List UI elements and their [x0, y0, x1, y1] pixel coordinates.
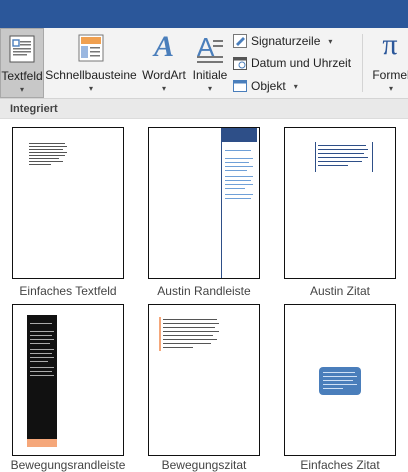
gallery-caption: Bewegungszitat: [161, 458, 247, 472]
gallery-item-austin-quote[interactable]: [284, 127, 396, 279]
dropcap-letter: A: [197, 32, 215, 62]
signature-line-icon: [233, 34, 247, 48]
gallery-item-simple-textbox[interactable]: [12, 127, 124, 279]
ribbon-insert-text-group: Textfeld ▾ Schnellbausteine ▾ A WordArt …: [0, 28, 408, 99]
signature-line-button[interactable]: Signaturzeile ▾: [233, 31, 332, 51]
chevron-down-icon: ▾: [88, 84, 93, 93]
dropcap-icon: A: [195, 32, 225, 64]
wordart-button[interactable]: A WordArt ▾: [138, 28, 190, 98]
chevron-down-icon: ▾: [293, 81, 298, 91]
object-button[interactable]: Objekt ▾: [233, 76, 298, 96]
quickparts-label: Schnellbausteine: [45, 68, 137, 82]
dropcap-button[interactable]: A Initiale ▾: [190, 28, 230, 98]
dropcap-label: Initiale: [192, 68, 228, 82]
chevron-down-icon: ▾: [388, 84, 393, 93]
quickparts-button[interactable]: Schnellbausteine ▾: [44, 28, 138, 98]
chevron-down-icon: ▾: [328, 36, 333, 46]
chevron-down-icon: ▾: [19, 85, 24, 94]
date-time-button[interactable]: Datum und Uhrzeit: [233, 53, 351, 73]
wordart-icon: A: [153, 30, 175, 63]
date-time-label: Datum und Uhrzeit: [251, 56, 352, 70]
gallery-caption: Bewegungsrandleiste: [10, 458, 126, 472]
quickparts-icon: [78, 34, 104, 67]
textbox-icon: [9, 35, 35, 68]
gallery-item-simple-quote[interactable]: [284, 304, 396, 456]
gallery-caption: Austin Randleiste: [157, 284, 251, 298]
textbox-label: Textfeld: [1, 69, 43, 83]
gallery-caption: Austin Zitat: [309, 284, 371, 298]
gallery-item-austin-sidebar[interactable]: [148, 127, 260, 279]
signature-line-label: Signaturzeile: [251, 34, 321, 48]
textbox-button[interactable]: Textfeld ▾: [0, 28, 44, 98]
equation-pi-icon: π: [382, 28, 398, 61]
gallery-caption: Einfaches Textfeld: [19, 284, 117, 298]
calendar-icon: [233, 56, 247, 70]
gallery-item-motion-quote[interactable]: [148, 304, 260, 456]
ribbon-separator: [362, 34, 363, 92]
chevron-down-icon: ▾: [161, 84, 166, 93]
equation-button[interactable]: π Formel ▾: [364, 28, 408, 98]
chevron-down-icon: ▾: [207, 84, 212, 93]
wordart-label: WordArt: [142, 68, 186, 82]
object-icon: [233, 79, 247, 93]
equation-label: Formel: [372, 68, 408, 82]
object-label: Objekt: [251, 79, 286, 93]
gallery-caption: Einfaches Zitat: [300, 458, 380, 472]
gallery-item-motion-sidebar[interactable]: [12, 304, 124, 456]
section-header: Integriert: [0, 99, 408, 119]
title-bar: [0, 0, 408, 28]
